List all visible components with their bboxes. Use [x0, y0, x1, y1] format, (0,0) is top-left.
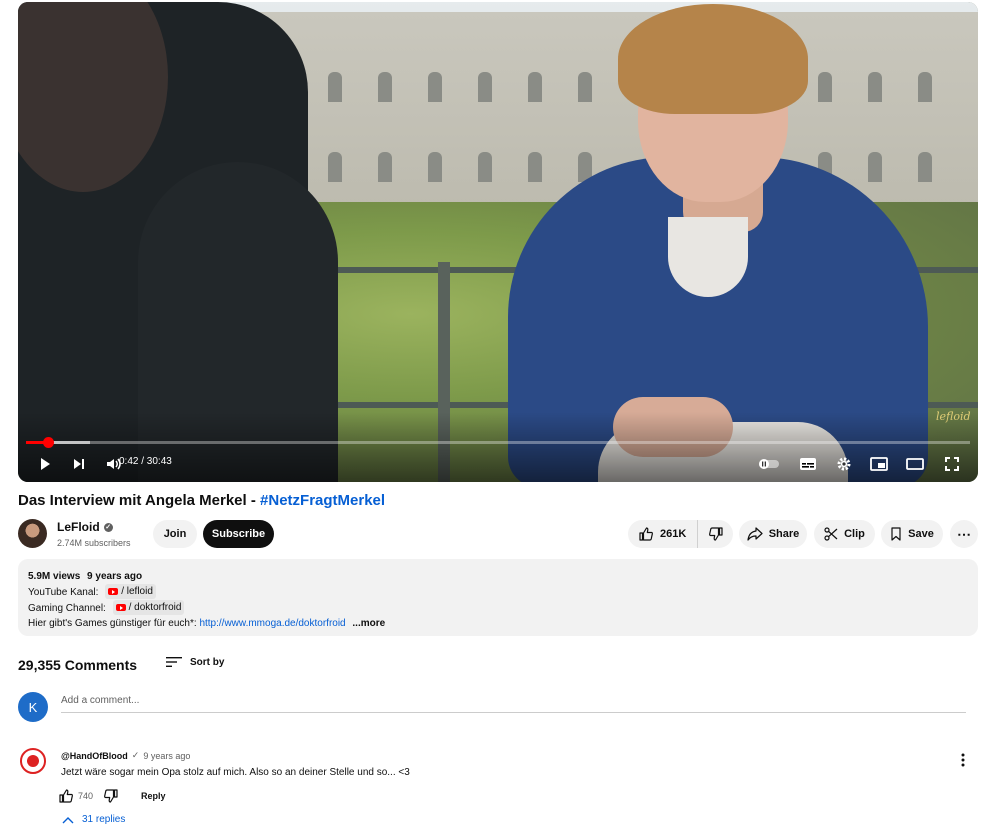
comment-reply-button[interactable]: Reply	[141, 791, 166, 801]
add-comment-input[interactable]: Add a comment...	[61, 695, 139, 706]
autoplay-toggle-icon	[759, 459, 779, 469]
user-initial: K	[28, 699, 38, 715]
thumbs-up-icon	[59, 789, 73, 803]
description-label: YouTube Kanal:	[28, 587, 99, 598]
video-frame	[18, 2, 978, 482]
fullscreen-button[interactable]	[940, 452, 964, 476]
description-line-3: Hier gibt's Games günstiger für euch*: h…	[28, 616, 968, 631]
share-button[interactable]: Share	[739, 520, 807, 548]
progress-scrubber[interactable]	[42, 437, 54, 448]
description-line-2: Gaming Channel: / doktorfroid	[28, 600, 968, 616]
comment-text: Jetzt wäre sogar mein Opa stolz auf mich…	[61, 767, 410, 778]
subscribe-label: Subscribe	[211, 528, 266, 540]
mention-text: / doktorfroid	[128, 602, 182, 613]
join-button[interactable]: Join	[153, 520, 197, 548]
verified-check-icon: ✓	[131, 750, 140, 760]
play-button[interactable]	[34, 452, 56, 476]
join-label: Join	[163, 528, 187, 540]
channel-mention-doktorfroid[interactable]: / doktorfroid	[112, 600, 185, 615]
comment-actions: 740 Reply	[58, 788, 166, 804]
description-line-1: YouTube Kanal: / lefloid	[28, 584, 968, 600]
replies-count: 31 replies	[82, 814, 126, 825]
view-count: 5.9M views	[28, 571, 81, 582]
theater-mode-button[interactable]	[903, 452, 927, 476]
autoplay-toggle[interactable]	[756, 452, 782, 476]
description-box[interactable]: 5.9M views 9 years ago YouTube Kanal: / …	[18, 559, 978, 636]
video-title-text: Das Interview mit Angela Merkel -	[18, 492, 256, 509]
share-icon	[747, 527, 763, 541]
subtitles-icon	[800, 458, 816, 470]
theater-icon	[906, 458, 924, 470]
description-link[interactable]: http://www.mmoga.de/doktorfroid	[199, 618, 345, 629]
comment-input-underline	[61, 712, 966, 713]
video-title: Das Interview mit Angela Merkel - #NetzF…	[18, 492, 385, 509]
comment-like-count: 740	[78, 791, 94, 801]
next-button[interactable]	[68, 452, 90, 476]
verified-icon: ✓	[103, 522, 113, 532]
subscribe-button[interactable]: Subscribe	[203, 520, 274, 548]
comments-count: 29,355 Comments	[18, 657, 138, 673]
miniplayer-icon	[870, 457, 888, 471]
hashtag-link[interactable]: #NetzFragtMerkel	[260, 492, 385, 509]
miniplayer-button[interactable]	[867, 452, 891, 476]
bookmark-icon	[891, 527, 901, 541]
channel-name[interactable]: LeFloid	[57, 520, 100, 534]
subtitles-button[interactable]	[796, 452, 820, 476]
description-meta: 5.9M views 9 years ago	[28, 569, 968, 584]
like-count: 261K	[660, 528, 687, 540]
dislike-button[interactable]	[698, 520, 733, 548]
sort-button[interactable]: Sort by	[166, 656, 224, 668]
comment-header: @HandOfBlood ✓ 9 years ago	[61, 750, 190, 761]
thumbs-up-icon	[639, 527, 653, 541]
more-actions-icon: ⋯	[957, 525, 971, 542]
comment-author-avatar[interactable]	[20, 748, 46, 774]
share-label: Share	[768, 528, 800, 540]
youtube-logo-icon	[108, 588, 119, 595]
comment-time[interactable]: 9 years ago	[143, 751, 190, 761]
chevron-up-icon	[62, 816, 74, 823]
description-more-button[interactable]: ...more	[352, 618, 385, 629]
thumbs-down-icon	[104, 789, 118, 803]
play-icon	[41, 458, 50, 470]
gear-icon	[837, 457, 851, 471]
channel-avatar[interactable]	[18, 519, 47, 548]
kebab-menu-icon	[961, 753, 965, 767]
channel-mention-lefloid[interactable]: / lefloid	[105, 584, 156, 599]
sort-icon	[166, 657, 182, 667]
youtube-logo-icon	[115, 604, 126, 611]
comment-dislike-button[interactable]	[103, 788, 119, 804]
comment-author[interactable]: @HandOfBlood	[61, 751, 128, 761]
comment-menu-button[interactable]	[958, 753, 968, 770]
upload-age: 9 years ago	[87, 571, 143, 582]
settings-button[interactable]	[832, 452, 856, 476]
description-text: Hier gibt's Games günstiger für euch*:	[28, 618, 197, 629]
time-display: 0:42 / 30:43	[119, 456, 172, 467]
description-label: Gaming Channel:	[28, 603, 106, 614]
clip-button[interactable]: Clip	[814, 520, 875, 548]
clip-label: Clip	[844, 528, 865, 540]
thumbs-down-icon	[708, 527, 723, 541]
sort-label: Sort by	[190, 656, 225, 668]
mention-text: / lefloid	[121, 586, 153, 597]
channel-name-row: LeFloid ✓	[57, 520, 113, 534]
save-label: Save	[908, 528, 934, 540]
like-dislike-group: 261K	[628, 520, 733, 548]
like-button[interactable]: 261K	[628, 520, 698, 548]
video-player[interactable]: lefloid	[18, 2, 978, 482]
progress-bar[interactable]	[26, 437, 970, 448]
comment-like-button[interactable]	[58, 788, 74, 804]
skip-next-icon	[74, 459, 84, 469]
save-button[interactable]: Save	[881, 520, 943, 548]
fullscreen-icon	[945, 457, 959, 471]
more-actions-button[interactable]: ⋯	[950, 520, 978, 548]
user-avatar: K	[18, 692, 48, 722]
scissors-icon	[824, 527, 838, 541]
subscriber-count: 2.74M subscribers	[57, 538, 131, 548]
view-replies-button[interactable]: 31 replies	[62, 814, 125, 825]
